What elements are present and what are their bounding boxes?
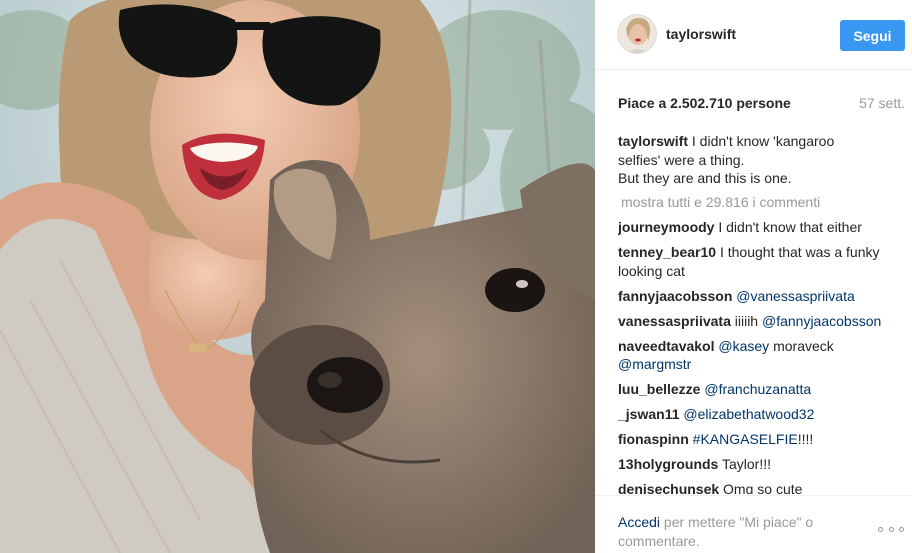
- comment-item: fannyjaacobsson @vanessaspriivata: [618, 287, 905, 306]
- post-header: taylorswift Segui: [595, 0, 912, 70]
- comment-author[interactable]: naveedtavakol: [618, 338, 715, 354]
- comment-item: tenney_bear10 I thought that was a funky…: [618, 243, 905, 280]
- comment-item: luu_bellezze @franchuzanatta: [618, 380, 905, 399]
- follow-button[interactable]: Segui: [840, 20, 905, 51]
- show-all-comments-link[interactable]: mostra tutti e 29.816 i commenti: [621, 194, 905, 210]
- comment-mention[interactable]: @margmstr: [618, 356, 691, 372]
- comment-text: Omg so cute: [723, 481, 803, 494]
- comment-author[interactable]: vanessaspriivata: [618, 313, 731, 329]
- comment-item: denisechunsek Omg so cute: [618, 480, 905, 494]
- comment-text: iiiiih: [734, 312, 759, 329]
- comment-mention[interactable]: @franchuzanatta: [704, 381, 811, 397]
- caption: taylorswift I didn't know 'kangaroo self…: [618, 132, 905, 188]
- photo-illustration: [0, 0, 595, 553]
- comment-author[interactable]: journeymoody: [618, 219, 714, 235]
- comment-item: _jswan11 @elizabethatwood32: [618, 405, 905, 424]
- caption-line-1: I didn't know 'kangaroo: [691, 133, 835, 149]
- post-age[interactable]: 57 sett.: [859, 95, 905, 111]
- comment-item: naveedtavakol @kasey moraveck @margmstr: [618, 337, 905, 374]
- comment-item: fionaspinn #KANGASELFIE!!!!: [618, 430, 905, 449]
- login-link[interactable]: Accedi: [618, 514, 660, 530]
- comment-author[interactable]: fionaspinn: [618, 431, 689, 447]
- comment-author[interactable]: 13holygrounds: [618, 456, 718, 472]
- comment-author[interactable]: luu_bellezze: [618, 381, 700, 397]
- comment-author[interactable]: denisechunsek: [618, 481, 719, 494]
- avatar-image: [618, 15, 656, 53]
- login-prompt: Accedi per mettere "Mi piace" o commenta…: [618, 513, 838, 551]
- caption-line-2: selfies' were a thing.: [618, 151, 745, 168]
- comment-item: journeymoody I didn't know that either: [618, 218, 905, 237]
- comment-text: I didn't know that either: [718, 219, 862, 235]
- comment-text: Taylor!!!: [722, 456, 772, 472]
- more-options-icon[interactable]: [878, 524, 904, 534]
- comment-item: vanessaspriivata iiiiih @fannyjaacobsson: [618, 312, 905, 331]
- comment-mention[interactable]: @vanessaspriivata: [736, 288, 855, 304]
- comment-mention[interactable]: @kasey: [718, 338, 769, 354]
- profile-avatar[interactable]: [617, 14, 657, 54]
- comment-text: !!!!: [797, 431, 814, 447]
- comment-author[interactable]: fannyjaacobsson: [618, 288, 732, 304]
- post-footer: Accedi per mettere "Mi piace" o commenta…: [595, 495, 912, 553]
- comment-text: moraveck: [773, 337, 834, 354]
- likes-count[interactable]: Piace a 2.502.710 persone: [618, 95, 791, 111]
- comment-mention[interactable]: @elizabethatwood32: [683, 406, 814, 422]
- dot-icon: [888, 526, 894, 532]
- account-username[interactable]: taylorswift: [666, 26, 736, 42]
- comment-author[interactable]: _jswan11: [618, 406, 680, 422]
- caption-line-3: But they are and this is one.: [618, 170, 792, 186]
- comment-hashtag[interactable]: #KANGASELFIE: [693, 431, 798, 447]
- comment-mention[interactable]: @fannyjaacobsson: [762, 313, 881, 329]
- caption-author[interactable]: taylorswift: [618, 133, 688, 149]
- comment-item: 13holygrounds Taylor!!!: [618, 455, 905, 474]
- comment-author[interactable]: tenney_bear10: [618, 244, 716, 260]
- likes-row: Piace a 2.502.710 persone 57 sett.: [618, 95, 905, 113]
- post-sidebar: taylorswift Segui Piace a 2.502.710 pers…: [595, 0, 912, 553]
- comments-list[interactable]: taylorswift I didn't know 'kangaroo self…: [618, 132, 905, 494]
- dot-icon: [878, 526, 883, 532]
- post-photo[interactable]: [0, 0, 595, 553]
- dot-icon: [899, 526, 904, 532]
